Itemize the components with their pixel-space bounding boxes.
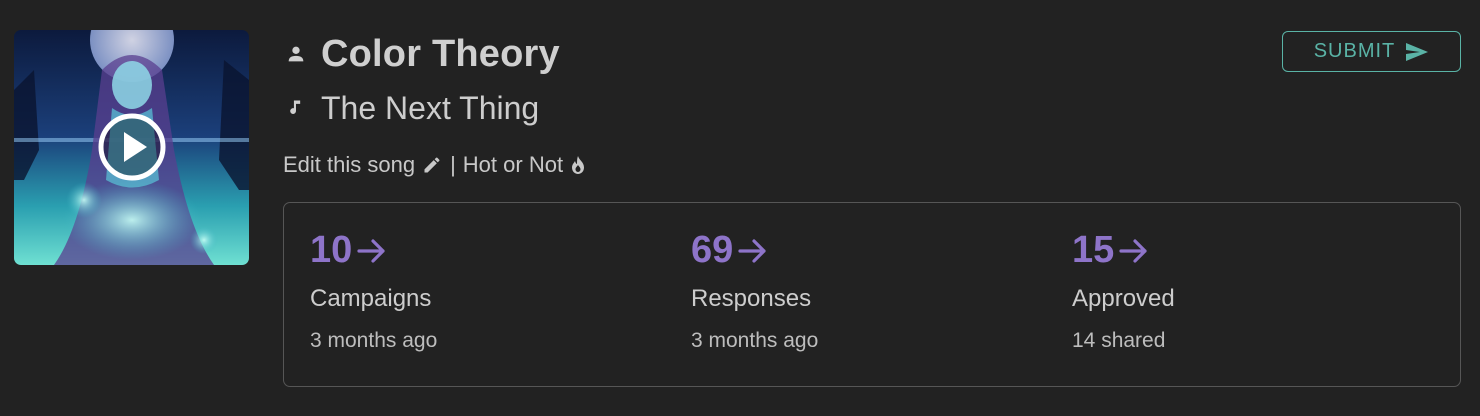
stat-responses-value: 69 bbox=[691, 229, 734, 271]
pencil-icon bbox=[424, 157, 440, 173]
hot-or-not-link[interactable]: Hot or Not bbox=[463, 152, 586, 178]
stat-responses-link[interactable]: 69 bbox=[691, 229, 769, 272]
link-separator: | bbox=[450, 152, 456, 177]
stat-approved-sub: 14 shared bbox=[1072, 329, 1166, 352]
music-note-icon bbox=[283, 95, 309, 121]
stat-approved-link[interactable]: 15 bbox=[1072, 229, 1150, 272]
stat-approved-value: 15 bbox=[1072, 229, 1115, 271]
stat-campaigns-label: Campaigns bbox=[310, 285, 432, 312]
song-row: The Next Thing bbox=[283, 88, 539, 128]
arrow-right-icon bbox=[1119, 238, 1147, 263]
stat-campaigns-sub: 3 months ago bbox=[310, 329, 438, 352]
stat-campaigns-link[interactable]: 10 bbox=[310, 229, 388, 272]
play-button[interactable] bbox=[97, 112, 167, 182]
song-title: The Next Thing bbox=[321, 89, 540, 126]
stat-campaigns-value: 10 bbox=[310, 229, 353, 271]
submit-label: SUBMIT bbox=[1313, 40, 1396, 62]
stats-panel: 10 Campaigns 3 months ago 69 Responses 3… bbox=[283, 202, 1461, 387]
submit-button[interactable]: SUBMIT bbox=[1282, 31, 1461, 72]
person-icon bbox=[283, 41, 309, 67]
edit-song-label: Edit this song bbox=[283, 152, 416, 177]
artist-name: Color Theory bbox=[321, 32, 560, 75]
arrow-right-icon bbox=[738, 238, 766, 263]
song-links: Edit this song | Hot or Not bbox=[283, 152, 586, 178]
stat-approved-label: Approved bbox=[1072, 285, 1175, 312]
send-icon bbox=[1406, 42, 1429, 61]
edit-song-link[interactable]: Edit this song bbox=[283, 152, 442, 178]
flame-icon bbox=[572, 156, 585, 174]
album-cover[interactable] bbox=[14, 30, 249, 265]
artist-row: Color Theory bbox=[283, 32, 560, 75]
stat-responses-sub: 3 months ago bbox=[691, 329, 819, 352]
arrow-right-icon bbox=[357, 238, 385, 263]
hot-or-not-label: Hot or Not bbox=[462, 152, 564, 177]
stat-responses-label: Responses bbox=[691, 285, 812, 312]
play-icon bbox=[98, 113, 166, 181]
